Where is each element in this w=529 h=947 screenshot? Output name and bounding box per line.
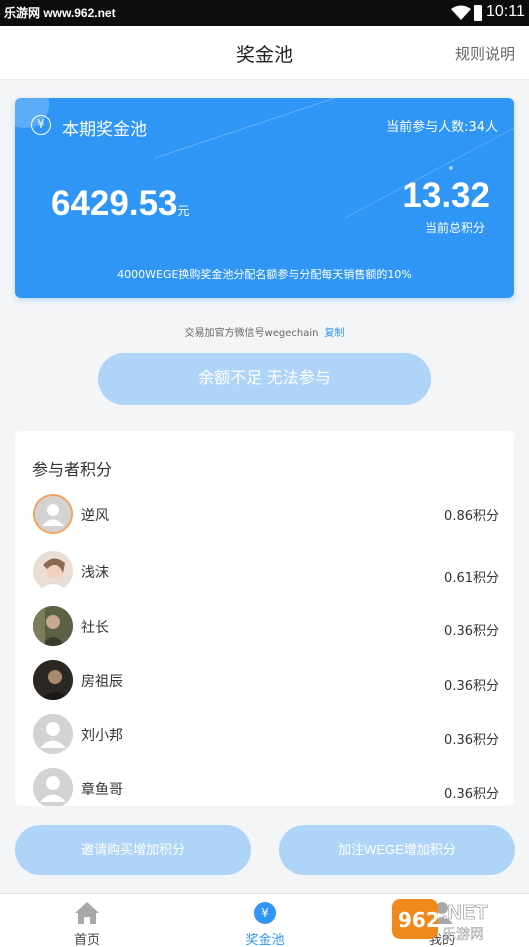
pool-amount: 6429.53元 — [51, 184, 190, 224]
participant-points: 0.86积分 — [444, 509, 499, 524]
add-wege-button[interactable]: 加注WEGE增加积分 — [279, 825, 515, 875]
participant-name: 社长 — [81, 620, 109, 636]
page-title: 奖金池 — [235, 44, 293, 66]
participant-name: 章鱼哥 — [81, 782, 123, 798]
pool-amount-unit: 元 — [177, 204, 190, 218]
list-item[interactable]: 逆风 0.86积分 — [15, 489, 514, 539]
tab-pool-label: 奖金池 — [245, 933, 285, 947]
pool-description: 4000WEGE换购奖金池分配名额参与分配每天销售额的10% — [117, 268, 412, 281]
participant-name: 浅沫 — [81, 565, 109, 581]
participants-panel: 参与者积分 逆风 0.86积分 浅沫 0.61积分 社长 0.36积分 房祖辰 … — [15, 431, 514, 806]
copy-button[interactable]: 复制 — [324, 328, 344, 339]
wechat-info: 交易加官方微信号wegechain 复制 — [0, 324, 529, 339]
rules-link[interactable]: 规则说明 — [455, 43, 515, 64]
participant-points: 0.36积分 — [444, 787, 499, 802]
wechat-text: 交易加官方微信号wegechain — [184, 328, 319, 339]
participants-title: 参与者积分 — [32, 460, 113, 479]
corner-watermark-logo: 962 .NET 乐游网 — [392, 899, 488, 943]
page-header: 奖金池 规则说明 — [0, 26, 529, 80]
avatar — [33, 494, 73, 534]
participant-points: 0.36积分 — [444, 679, 499, 694]
total-score-label: 当前总积分 — [424, 221, 485, 235]
list-item[interactable]: 刘小邦 0.36积分 — [15, 709, 514, 759]
avatar — [33, 660, 73, 700]
avatar-photo — [33, 551, 73, 591]
total-score: 13.32 — [402, 176, 490, 215]
list-item[interactable]: 房祖辰 0.36积分 — [15, 655, 514, 705]
svg-text:.NET: .NET — [442, 902, 488, 924]
invite-button[interactable]: 邀请购买增加积分 — [15, 825, 251, 875]
status-time: 10:11 — [486, 3, 525, 20]
tab-home-label: 首页 — [73, 933, 100, 947]
participant-points: 0.61积分 — [444, 571, 499, 586]
user-placeholder-icon — [33, 714, 73, 754]
battery-icon — [474, 5, 482, 21]
yen-icon: ¥ — [31, 115, 51, 135]
tab-home[interactable]: 首页 — [27, 894, 147, 947]
participant-points: 0.36积分 — [444, 733, 499, 748]
avatar — [33, 714, 73, 754]
avatar-photo — [33, 606, 73, 646]
avatar — [33, 606, 73, 646]
participant-points: 0.36积分 — [444, 624, 499, 639]
user-placeholder-icon — [35, 496, 71, 532]
participant-name: 刘小邦 — [81, 728, 123, 744]
wifi-icon — [451, 5, 471, 20]
pool-title: 本期奖金池 — [62, 120, 147, 140]
status-bar: 乐游网 www.962.net 10:11 — [0, 0, 529, 26]
svg-text:962: 962 — [398, 908, 440, 932]
list-item[interactable]: 社长 0.36积分 — [15, 601, 514, 651]
avatar — [33, 551, 73, 591]
tab-prize-pool[interactable]: ¥ 奖金池 — [205, 894, 325, 947]
participant-name: 逆风 — [81, 508, 109, 524]
avatar-photo — [33, 660, 73, 700]
yen-icon: ¥ — [254, 902, 276, 924]
user-placeholder-icon — [33, 768, 73, 806]
list-item[interactable]: 章鱼哥 0.36积分 — [15, 763, 514, 806]
home-icon — [75, 902, 99, 924]
watermark-text: 乐游网 www.962.net — [4, 6, 116, 20]
join-button[interactable]: 余额不足 无法参与 — [98, 353, 431, 405]
participants-count: 当前参与人数:34人 — [386, 120, 498, 135]
participant-name: 房祖辰 — [81, 674, 123, 690]
avatar — [33, 768, 73, 806]
svg-text:乐游网: 乐游网 — [442, 927, 484, 943]
prize-pool-card: ¥ 本期奖金池 当前参与人数:34人 6429.53元 13.32 当前总积分 … — [15, 98, 514, 298]
pool-amount-value: 6429.53 — [51, 184, 178, 223]
list-item[interactable]: 浅沫 0.61积分 — [15, 546, 514, 596]
